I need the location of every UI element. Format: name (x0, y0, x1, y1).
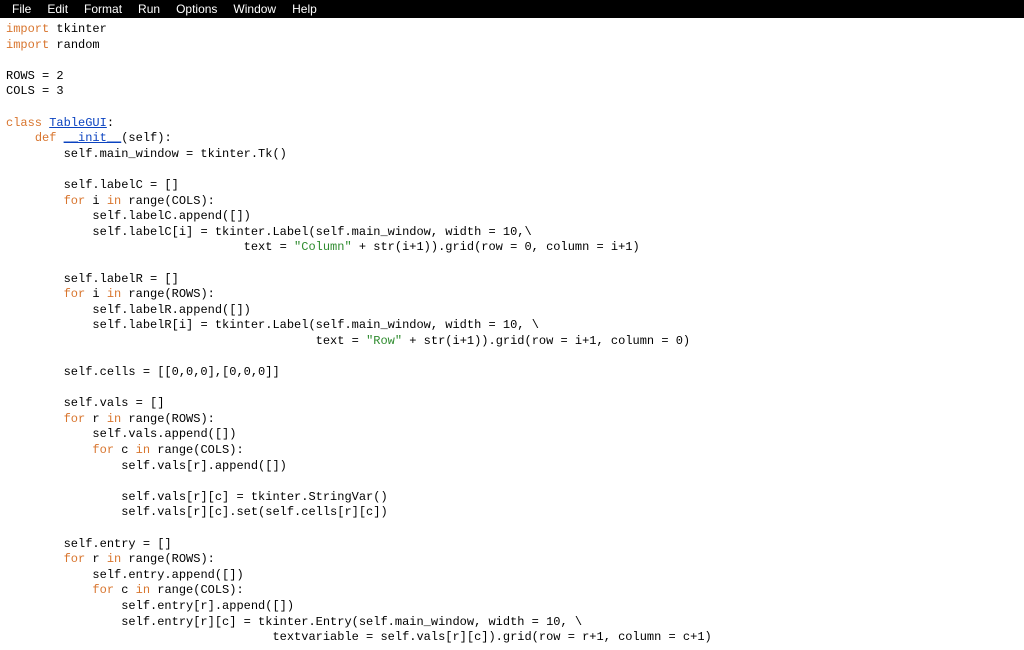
menu-options[interactable]: Options (168, 2, 225, 16)
code-indent (6, 427, 92, 441)
code-text: range(ROWS): (121, 552, 215, 566)
menu-format[interactable]: Format (76, 2, 130, 16)
string-literal: "Column" (294, 240, 352, 254)
code-text: self.labelR.append([]) (92, 303, 250, 317)
keyword-in: in (136, 583, 150, 597)
code-text: + str(i+1)).grid(row = 0, column = i+1) (352, 240, 640, 254)
code-text: : (107, 116, 114, 130)
keyword-in: in (107, 287, 121, 301)
code-indent: text = (6, 240, 294, 254)
code-text: (self): (121, 131, 171, 145)
code-editor[interactable]: import tkinter import random ROWS = 2 CO… (0, 18, 1024, 650)
string-literal: "Row" (366, 334, 402, 348)
code-text: c (114, 443, 136, 457)
code-text: self.labelR[i] = tkinter.Label(self.main… (92, 318, 538, 332)
keyword-for: for (64, 194, 86, 208)
code-text: r (85, 412, 107, 426)
code-indent (6, 568, 92, 582)
code-text: range(COLS): (150, 443, 244, 457)
code-indent (6, 147, 64, 161)
code-text: self.vals = [] (64, 396, 165, 410)
code-indent (6, 459, 121, 473)
keyword-in: in (107, 552, 121, 566)
menu-run[interactable]: Run (130, 2, 168, 16)
code-text: self.cells = [[0,0,0],[0,0,0]] (64, 365, 280, 379)
code-text: random (49, 38, 99, 52)
code-indent (6, 505, 121, 519)
keyword-for: for (64, 552, 86, 566)
code-text: range(COLS): (150, 583, 244, 597)
menu-window[interactable]: Window (225, 2, 284, 16)
code-text: range(ROWS): (121, 412, 215, 426)
code-indent (6, 443, 92, 457)
keyword-in: in (136, 443, 150, 457)
code-text (56, 131, 63, 145)
code-indent (6, 412, 64, 426)
menubar: File Edit Format Run Options Window Help (0, 0, 1024, 18)
code-text: ROWS = 2 (6, 69, 64, 83)
class-name: TableGUI (49, 116, 107, 130)
keyword-import: import (6, 38, 49, 52)
menu-edit[interactable]: Edit (39, 2, 76, 16)
code-indent (6, 490, 121, 504)
code-indent (6, 583, 92, 597)
code-text: self.labelC[i] = tkinter.Label(self.main… (92, 225, 531, 239)
code-text: self.entry.append([]) (92, 568, 243, 582)
code-text: self.vals[r][c] = tkinter.StringVar() (121, 490, 387, 504)
function-name: __init__ (64, 131, 122, 145)
menu-help[interactable]: Help (284, 2, 325, 16)
code-indent (6, 194, 64, 208)
code-text: self.entry = [] (64, 537, 172, 551)
keyword-in: in (107, 412, 121, 426)
keyword-for: for (64, 412, 86, 426)
code-indent (6, 552, 64, 566)
code-text: self.vals[r].append([]) (121, 459, 287, 473)
code-text: self.labelC.append([]) (92, 209, 250, 223)
code-text: self.entry[r][c] = tkinter.Entry(self.ma… (121, 615, 582, 629)
code-indent: text = (6, 334, 366, 348)
code-indent (6, 318, 92, 332)
code-text: i (85, 287, 107, 301)
code-text: r (85, 552, 107, 566)
menu-file[interactable]: File (4, 2, 39, 16)
code-indent (6, 537, 64, 551)
code-indent (6, 178, 64, 192)
keyword-for: for (64, 287, 86, 301)
code-indent (6, 287, 64, 301)
code-indent (6, 131, 35, 145)
code-text: + str(i+1)).grid(row = i+1, column = 0) (402, 334, 690, 348)
code-indent (6, 615, 121, 629)
keyword-def: def (35, 131, 57, 145)
code-text: self.main_window = tkinter.Tk() (64, 147, 287, 161)
code-text: self.vals.append([]) (92, 427, 236, 441)
code-indent (6, 225, 92, 239)
code-indent (6, 272, 64, 286)
code-indent (6, 599, 121, 613)
keyword-for: for (92, 443, 114, 457)
code-indent: textvariable = self.vals[r][c]).grid(row… (6, 630, 712, 644)
code-indent (6, 303, 92, 317)
keyword-import: import (6, 22, 49, 36)
code-text: i (85, 194, 107, 208)
code-text: self.labelR = [] (64, 272, 179, 286)
code-text: COLS = 3 (6, 84, 64, 98)
code-text: range(ROWS): (121, 287, 215, 301)
code-text: self.vals[r][c].set(self.cells[r][c]) (121, 505, 387, 519)
code-indent (6, 209, 92, 223)
keyword-for: for (92, 583, 114, 597)
code-text: self.entry[r].append([]) (121, 599, 294, 613)
code-text: range(COLS): (121, 194, 215, 208)
code-indent (6, 365, 64, 379)
keyword-in: in (107, 194, 121, 208)
code-text: c (114, 583, 136, 597)
code-text: self.labelC = [] (64, 178, 179, 192)
keyword-class: class (6, 116, 42, 130)
code-indent (6, 396, 64, 410)
code-text: tkinter (49, 22, 107, 36)
